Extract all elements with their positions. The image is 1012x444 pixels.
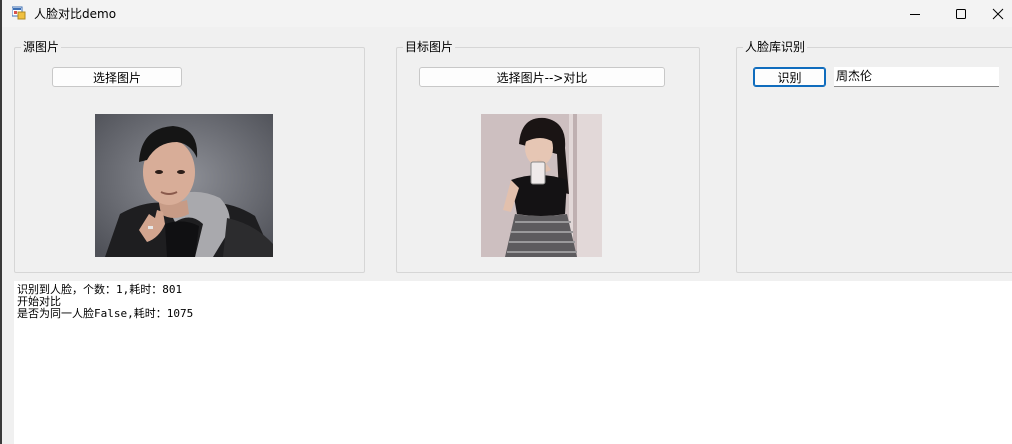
maximize-button[interactable]: [938, 0, 984, 27]
title-bar[interactable]: 人脸对比demo: [2, 0, 1012, 27]
close-icon: [992, 8, 1004, 19]
target-photo: [481, 114, 602, 257]
target-image-preview: [481, 114, 602, 257]
log-frame: [2, 281, 14, 444]
window-title: 人脸对比demo: [34, 7, 117, 21]
minimize-icon: [910, 13, 920, 15]
log-line: 是否为同一人脸False,耗时：1075: [17, 307, 194, 320]
source-image-preview: [95, 114, 273, 257]
close-button[interactable]: [984, 0, 1012, 27]
maximize-icon: [956, 8, 966, 19]
app-icon: [12, 6, 26, 20]
select-source-image-button[interactable]: 选择图片: [52, 67, 182, 87]
minimize-button[interactable]: [892, 0, 938, 27]
recognize-button[interactable]: 识别: [753, 67, 826, 87]
target-group-label: 目标图片: [403, 39, 456, 55]
source-photo: [95, 114, 273, 257]
log-output[interactable]: 识别到人脸，个数：1,耗时：801 开始对比 是否为同一人脸False,耗时：1…: [14, 281, 1012, 444]
select-and-compare-button[interactable]: 选择图片-->对比: [419, 67, 665, 87]
recognized-name-field[interactable]: 周杰伦: [834, 67, 999, 87]
face-db-group-label: 人脸库识别: [743, 39, 808, 55]
source-group-label: 源图片: [21, 39, 62, 55]
app-window: 人脸对比demo 源图片 选择图片 目标图片 选择图片-->对比 人脸库识别 识…: [0, 0, 1012, 444]
